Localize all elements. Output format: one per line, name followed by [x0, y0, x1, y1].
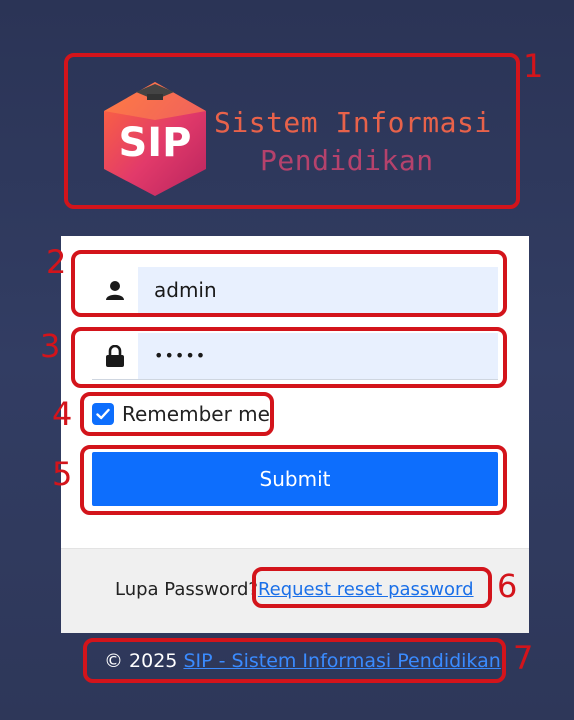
annotation-number-1: 1 — [523, 47, 544, 85]
annotation-box-3 — [71, 327, 507, 388]
annotation-box-5 — [80, 445, 507, 515]
reset-prefix: Lupa Password? — [115, 579, 258, 600]
annotation-number-2: 2 — [46, 243, 67, 281]
annotation-number-5: 5 — [52, 455, 73, 493]
annotation-box-2 — [71, 250, 507, 317]
annotation-box-7 — [83, 638, 506, 683]
annotation-box-1 — [64, 53, 520, 209]
annotation-box-4 — [80, 392, 274, 436]
annotation-number-3: 3 — [40, 327, 61, 365]
annotation-box-6 — [252, 567, 492, 608]
annotation-number-4: 4 — [52, 395, 73, 433]
annotation-number-6: 6 — [497, 567, 518, 605]
annotation-number-7: 7 — [513, 639, 534, 677]
